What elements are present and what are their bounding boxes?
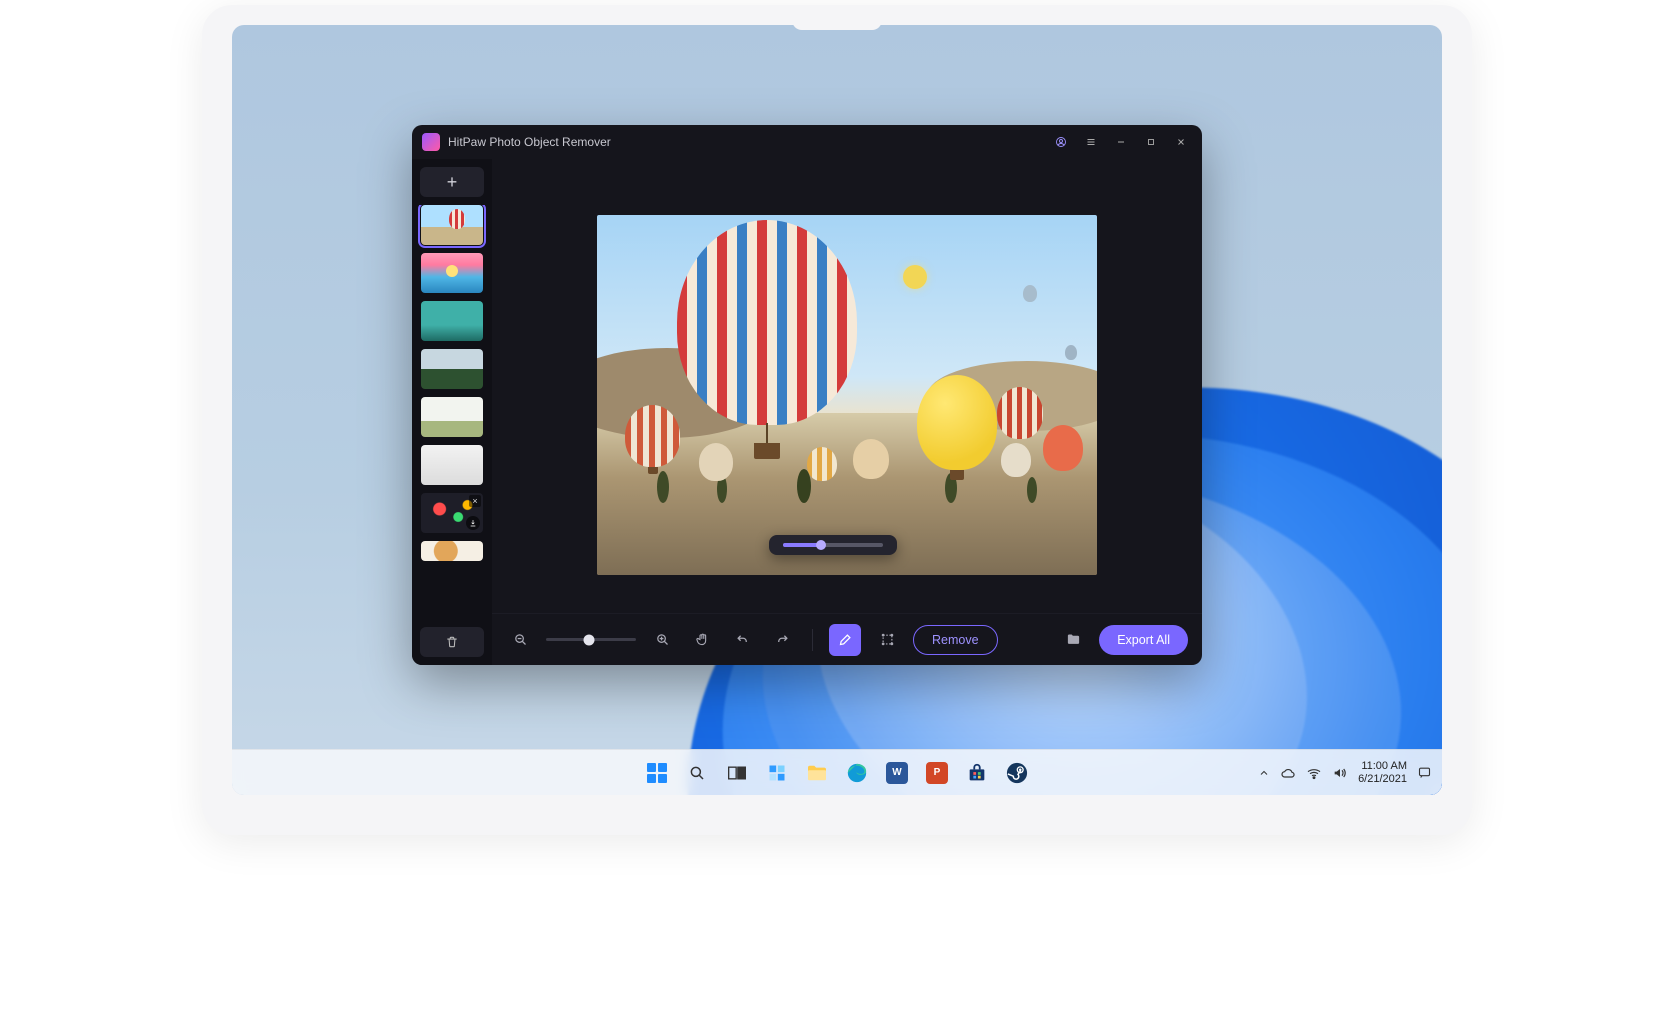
titlebar[interactable]: HitPaw Photo Object Remover (412, 125, 1202, 159)
widgets-button[interactable] (764, 760, 790, 786)
app-logo-icon (422, 133, 440, 151)
canvas-area (492, 159, 1202, 613)
steam-button[interactable] (1004, 760, 1030, 786)
close-icon (1175, 136, 1187, 148)
zoom-in-icon (655, 632, 670, 647)
thumbnail-item[interactable] (421, 301, 483, 341)
balloon-yellow (917, 375, 997, 480)
laptop-notch (792, 5, 882, 30)
thumbnail-item[interactable] (421, 349, 483, 389)
thumbnail-item[interactable] (421, 445, 483, 485)
volume-icon[interactable] (1332, 766, 1348, 780)
folder-icon (1066, 632, 1081, 647)
taskbar: W P 11:00 AM 6/21/2021 (232, 749, 1442, 795)
selection-icon (880, 632, 895, 647)
edge-icon (846, 762, 868, 784)
app-title: HitPaw Photo Object Remover (448, 135, 611, 149)
thumbnail-close-icon[interactable]: × (469, 495, 481, 507)
start-button[interactable] (644, 760, 670, 786)
wifi-icon[interactable] (1306, 766, 1322, 780)
taskbar-clock[interactable]: 11:00 AM 6/21/2021 (1358, 760, 1407, 786)
undo-button[interactable] (728, 626, 756, 654)
balloon-large (677, 220, 857, 459)
thumbnail-item[interactable] (421, 253, 483, 293)
redo-icon (775, 632, 790, 647)
powerpoint-button[interactable]: P (924, 760, 950, 786)
export-all-button[interactable]: Export All (1099, 625, 1188, 655)
thumbnail-item[interactable] (421, 541, 483, 561)
file-explorer-button[interactable] (804, 760, 830, 786)
word-button[interactable]: W (884, 760, 910, 786)
delete-button[interactable] (420, 627, 484, 657)
slider-knob[interactable] (816, 540, 826, 550)
redo-button[interactable] (768, 626, 796, 654)
canvas-image[interactable] (597, 215, 1097, 575)
store-button[interactable] (964, 760, 990, 786)
selection-tool-button[interactable] (873, 626, 901, 654)
store-icon (966, 762, 988, 784)
task-view-button[interactable] (724, 760, 750, 786)
bottom-toolbar: Remove Export All (492, 613, 1202, 665)
zoom-slider[interactable] (546, 638, 636, 641)
trash-icon (445, 635, 459, 649)
account-icon (1055, 136, 1067, 148)
account-button[interactable] (1046, 128, 1076, 156)
taskview-icon (727, 764, 747, 782)
plus-icon: + (447, 172, 458, 193)
minimize-icon (1115, 136, 1127, 148)
maximize-icon (1145, 136, 1157, 148)
thumbnail-item[interactable] (421, 397, 483, 437)
taskbar-time: 11:00 AM (1361, 760, 1407, 773)
taskbar-center: W P (644, 760, 1030, 786)
slider-knob[interactable] (584, 634, 595, 645)
app-window: HitPaw Photo Object Remover (412, 125, 1202, 665)
taskbar-tray: 11:00 AM 6/21/2021 (1258, 760, 1432, 786)
thumbnail-list[interactable]: × (418, 205, 486, 619)
explorer-icon (806, 764, 828, 782)
export-label: Export All (1117, 633, 1170, 647)
chevron-up-icon[interactable] (1258, 767, 1270, 779)
brush-icon (838, 632, 853, 647)
undo-icon (735, 632, 750, 647)
add-image-button[interactable]: + (420, 167, 484, 197)
edge-button[interactable] (844, 760, 870, 786)
zoom-in-button[interactable] (648, 626, 676, 654)
page: HitPaw Photo Object Remover (0, 0, 1674, 1016)
thumbnail-item[interactable]: × (421, 493, 483, 533)
divider (812, 629, 813, 651)
brush-size-slider[interactable] (783, 543, 883, 547)
search-button[interactable] (684, 760, 710, 786)
notification-icon[interactable] (1417, 765, 1432, 780)
maximize-button[interactable] (1136, 128, 1166, 156)
brush-size-popup (769, 535, 897, 555)
cloud-icon[interactable] (1280, 766, 1296, 780)
zoom-out-button[interactable] (506, 626, 534, 654)
steam-icon (1006, 762, 1028, 784)
minimize-button[interactable] (1106, 128, 1136, 156)
hamburger-menu-button[interactable] (1076, 128, 1106, 156)
sun-highlight (903, 265, 927, 289)
output-folder-button[interactable] (1059, 626, 1087, 654)
taskbar-date: 6/21/2021 (1358, 773, 1407, 786)
brush-tool-button[interactable] (829, 624, 861, 656)
remove-button[interactable]: Remove (913, 625, 998, 655)
hand-icon (695, 632, 710, 647)
windows-icon (647, 763, 667, 783)
export-marker-icon (466, 516, 480, 530)
zoom-out-icon (513, 632, 528, 647)
sidebar: + (412, 159, 492, 665)
laptop-frame: HitPaw Photo Object Remover (202, 5, 1472, 835)
widgets-icon (767, 763, 787, 783)
close-button[interactable] (1166, 128, 1196, 156)
desktop-screen: HitPaw Photo Object Remover (232, 25, 1442, 795)
hand-tool-button[interactable] (688, 626, 716, 654)
remove-label: Remove (932, 633, 979, 647)
main-area: Remove Export All (492, 159, 1202, 665)
menu-icon (1085, 136, 1097, 148)
thumbnail-item[interactable] (421, 205, 483, 245)
search-icon (688, 764, 706, 782)
